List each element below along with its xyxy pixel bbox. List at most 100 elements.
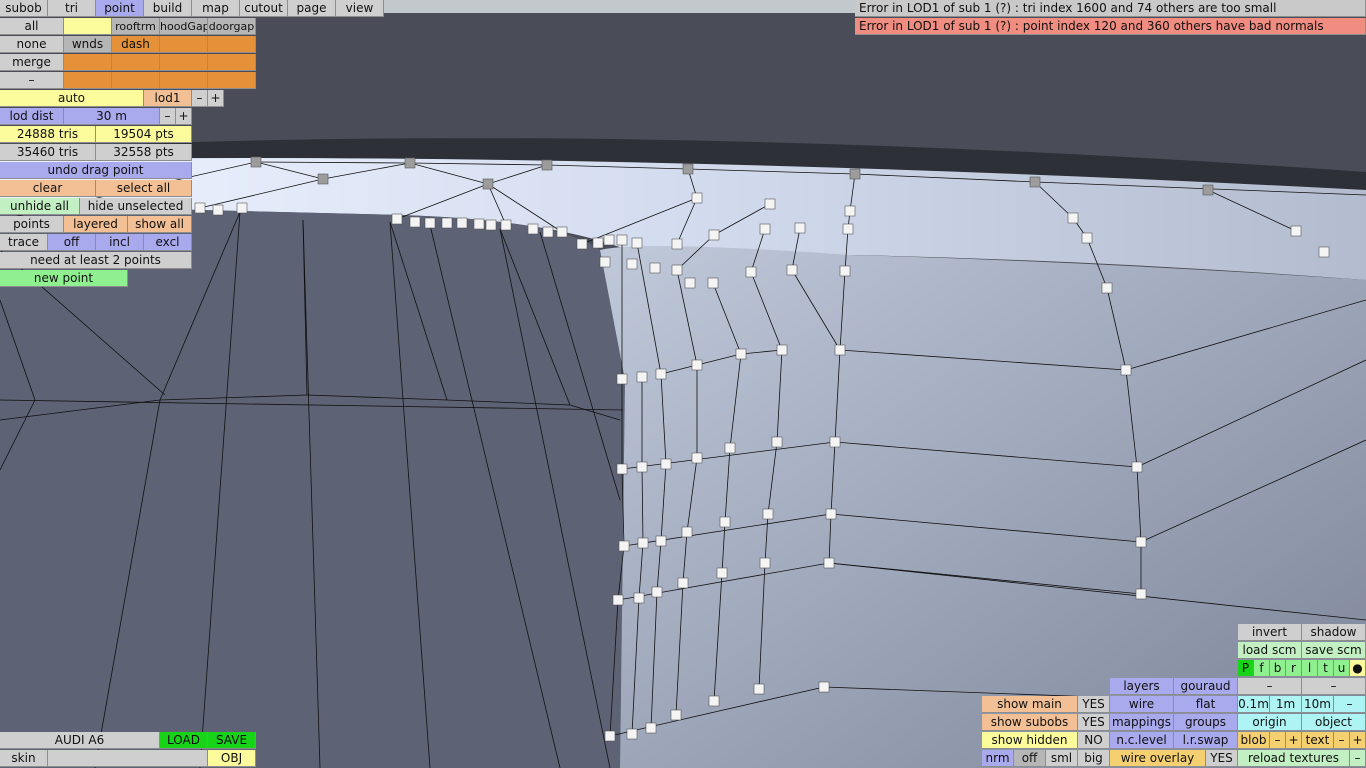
vertex-handle[interactable]: [633, 592, 645, 604]
vertex-handle[interactable]: [485, 219, 497, 231]
vertex-handle[interactable]: [771, 436, 783, 448]
dash-row-button[interactable]: –: [0, 72, 64, 89]
nrm-big-button[interactable]: big: [1078, 750, 1110, 767]
vertex-handle[interactable]: [1101, 282, 1113, 294]
show-all-button[interactable]: show all: [128, 216, 192, 233]
vertex-handle[interactable]: [616, 234, 628, 246]
vertex-handle[interactable]: [708, 695, 720, 707]
vertex-handle[interactable]: [616, 373, 628, 385]
reload-textures-button[interactable]: reload textures: [1238, 750, 1350, 767]
text-plus-button[interactable]: +: [1350, 732, 1366, 749]
group-slot[interactable]: [160, 72, 208, 89]
vertex-handle[interactable]: [1120, 364, 1132, 376]
flag-u[interactable]: u: [1334, 660, 1350, 677]
vertex-handle[interactable]: [834, 344, 846, 356]
menu-build[interactable]: build: [144, 0, 192, 17]
vertex-handle[interactable]: [844, 205, 856, 217]
vertex-handle[interactable]: [1067, 212, 1079, 224]
vertex-handle[interactable]: [660, 458, 672, 470]
obj-button[interactable]: OBJ: [208, 750, 256, 767]
vertex-handle[interactable]: [527, 223, 539, 235]
vertex-handle[interactable]: [645, 722, 657, 734]
vertex-handle[interactable]: [592, 237, 604, 249]
vertex-handle[interactable]: [724, 442, 736, 454]
object-button[interactable]: object: [1302, 714, 1366, 731]
vertex-handle[interactable]: [677, 577, 689, 589]
group-slot[interactable]: [208, 72, 256, 89]
vertex-handle[interactable]: [849, 168, 861, 180]
reload-minus-button[interactable]: –: [1350, 750, 1366, 767]
vertex-handle[interactable]: [637, 537, 649, 549]
vertex-handle[interactable]: [691, 192, 703, 204]
group-slot[interactable]: [208, 54, 256, 71]
flag-f[interactable]: f: [1254, 660, 1270, 677]
group-slot[interactable]: [208, 36, 256, 53]
nclevel-button[interactable]: n.c.level: [1110, 732, 1174, 749]
unhide-all-button[interactable]: unhide all: [0, 198, 80, 215]
group-slot[interactable]: [160, 54, 208, 71]
vertex-handle[interactable]: [317, 173, 329, 185]
vertex-handle[interactable]: [716, 567, 728, 579]
merge-button[interactable]: merge: [0, 54, 64, 71]
menu-map[interactable]: map: [192, 0, 240, 17]
layered-button[interactable]: layered: [64, 216, 128, 233]
vertex-handle[interactable]: [250, 156, 262, 168]
blob-plus-button[interactable]: +: [1286, 732, 1302, 749]
text-button[interactable]: text: [1302, 732, 1334, 749]
vertex-handle[interactable]: [825, 508, 837, 520]
flag-p[interactable]: P: [1238, 660, 1254, 677]
vertex-handle[interactable]: [776, 344, 788, 356]
vertex-handle[interactable]: [1318, 246, 1330, 258]
menu-cutout[interactable]: cutout: [240, 0, 288, 17]
vertex-handle[interactable]: [626, 728, 638, 740]
vertex-handle[interactable]: [719, 516, 731, 528]
vertex-handle[interactable]: [759, 557, 771, 569]
vertex-handle[interactable]: [1202, 184, 1214, 196]
vertex-handle[interactable]: [829, 436, 841, 448]
select-all-button[interactable]: all: [0, 18, 64, 35]
vertex-handle[interactable]: [631, 237, 643, 249]
wnds-button[interactable]: wnds: [64, 36, 112, 53]
vertex-handle[interactable]: [542, 226, 554, 238]
vertex-handle[interactable]: [839, 265, 851, 277]
vertex-handle[interactable]: [671, 238, 683, 250]
flat-button[interactable]: flat: [1174, 696, 1238, 713]
menu-tri[interactable]: tri: [48, 0, 96, 17]
flag-dot[interactable]: ●: [1350, 660, 1366, 677]
vertex-handle[interactable]: [236, 202, 248, 214]
vertex-handle[interactable]: [404, 157, 416, 169]
trace-excl-button[interactable]: excl: [144, 234, 192, 251]
vertex-handle[interactable]: [1135, 588, 1147, 600]
step-1m-button[interactable]: 1m: [1270, 696, 1302, 713]
vertex-handle[interactable]: [671, 264, 683, 276]
vertex-handle[interactable]: [823, 557, 835, 569]
dash-button[interactable]: dash: [112, 36, 160, 53]
group-slot[interactable]: [64, 54, 112, 71]
wire-overlay-toggle[interactable]: YES: [1206, 750, 1238, 767]
vertex-handle[interactable]: [1131, 461, 1143, 473]
gouraud-button[interactable]: gouraud: [1174, 678, 1238, 695]
show-main-toggle[interactable]: YES: [1078, 696, 1110, 713]
lod-dist-plus-button[interactable]: +: [176, 108, 192, 125]
vertex-handle[interactable]: [655, 535, 667, 547]
menu-view[interactable]: view: [336, 0, 384, 17]
layers-button[interactable]: layers: [1110, 678, 1174, 695]
undo-drag-point-button[interactable]: undo drag point: [0, 162, 192, 179]
group-slot[interactable]: [160, 36, 208, 53]
vertex-handle[interactable]: [684, 277, 696, 289]
lrswap-button[interactable]: l.r.swap: [1174, 732, 1238, 749]
vertex-handle[interactable]: [541, 159, 553, 171]
vertex-handle[interactable]: [794, 222, 806, 234]
vertex-handle[interactable]: [473, 218, 485, 230]
select-all-points-button[interactable]: select all: [96, 180, 192, 197]
flag-r[interactable]: r: [1286, 660, 1302, 677]
vertex-handle[interactable]: [1135, 536, 1147, 548]
load-scm-button[interactable]: load scm: [1238, 642, 1302, 659]
clear-button[interactable]: clear: [0, 180, 96, 197]
flag-t[interactable]: t: [1318, 660, 1334, 677]
points-button[interactable]: points: [0, 216, 64, 233]
wire-button[interactable]: wire: [1110, 696, 1174, 713]
select-none-button[interactable]: none: [0, 36, 64, 53]
vertex-handle[interactable]: [735, 348, 747, 360]
minus-button[interactable]: –: [1238, 678, 1302, 695]
